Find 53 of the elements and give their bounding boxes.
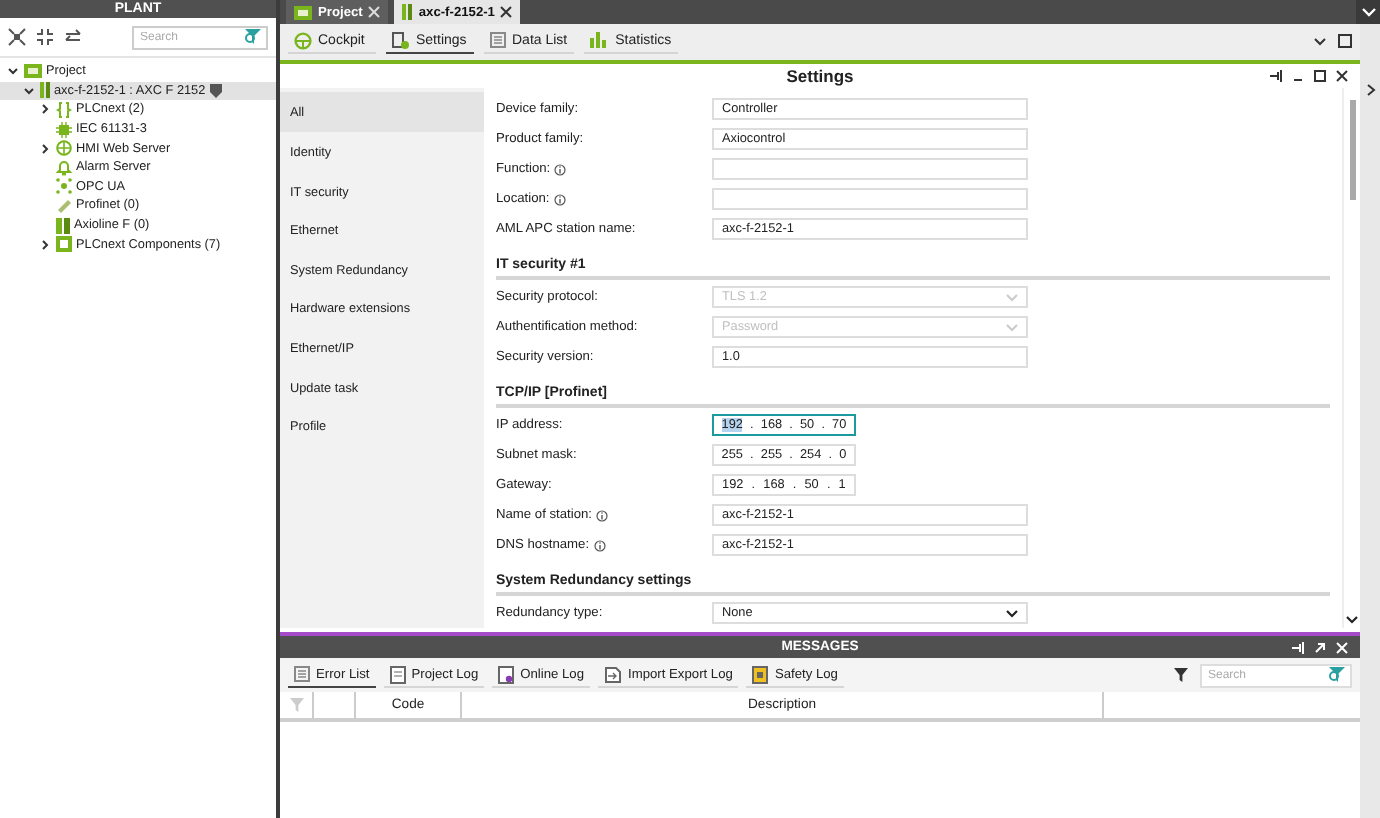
chevron-down-icon [1006, 323, 1018, 332]
info-icon [553, 193, 566, 206]
bell-icon [56, 159, 72, 176]
bar-chart-icon [589, 32, 610, 49]
settings-icon [392, 31, 410, 50]
list-icon [294, 666, 310, 683]
search-icon [1328, 666, 1346, 685]
folder-icon [24, 64, 42, 79]
search-icon [244, 28, 262, 46]
info-icon [596, 509, 609, 522]
collapsed-caret-icon[interactable] [40, 239, 50, 250]
swap-arrows-icon[interactable] [64, 28, 82, 46]
input-field[interactable] [712, 188, 1028, 211]
document-icon [389, 665, 406, 684]
gauge-icon [294, 31, 312, 50]
filter-icon[interactable] [1174, 668, 1188, 683]
scroll-down-icon[interactable] [1346, 616, 1358, 625]
network-icon [56, 178, 72, 195]
pin-icon[interactable] [1270, 69, 1282, 82]
module-icon [56, 217, 70, 234]
undock-icon[interactable] [1314, 641, 1326, 654]
close-icon[interactable] [500, 6, 513, 18]
collapsed-caret-icon[interactable] [40, 143, 50, 154]
controller-icon [402, 4, 413, 20]
input-field[interactable] [712, 158, 1028, 181]
maximize-icon[interactable] [1338, 34, 1352, 49]
collapse-all-icon[interactable] [36, 28, 54, 46]
panel-title: Settings [786, 66, 854, 87]
document-icon [498, 665, 515, 684]
chevron-down-icon[interactable] [1314, 37, 1326, 46]
info-icon [593, 539, 606, 552]
safety-document-icon [752, 665, 769, 684]
expanded-caret-icon[interactable] [24, 85, 34, 96]
cable-icon [56, 197, 72, 214]
import-icon [604, 665, 623, 684]
shield-icon [209, 83, 222, 98]
chevron-down-icon [1006, 609, 1018, 618]
collapsed-caret-icon[interactable] [40, 104, 50, 115]
close-icon[interactable] [1336, 69, 1348, 82]
controller-icon [40, 82, 50, 99]
list-icon [490, 32, 506, 49]
info-icon [554, 163, 567, 176]
maximize-icon[interactable] [1314, 69, 1326, 82]
chip-icon [56, 121, 72, 138]
braces-icon [56, 101, 72, 118]
scrollbar[interactable] [1342, 88, 1360, 629]
expand-panel-icon[interactable] [1365, 84, 1375, 96]
globe-icon [56, 140, 72, 157]
components-icon [56, 236, 72, 253]
expand-all-icon[interactable] [8, 28, 26, 46]
chevron-down-icon [1006, 293, 1018, 302]
expanded-caret-icon[interactable] [8, 66, 18, 77]
folder-icon [294, 5, 312, 19]
